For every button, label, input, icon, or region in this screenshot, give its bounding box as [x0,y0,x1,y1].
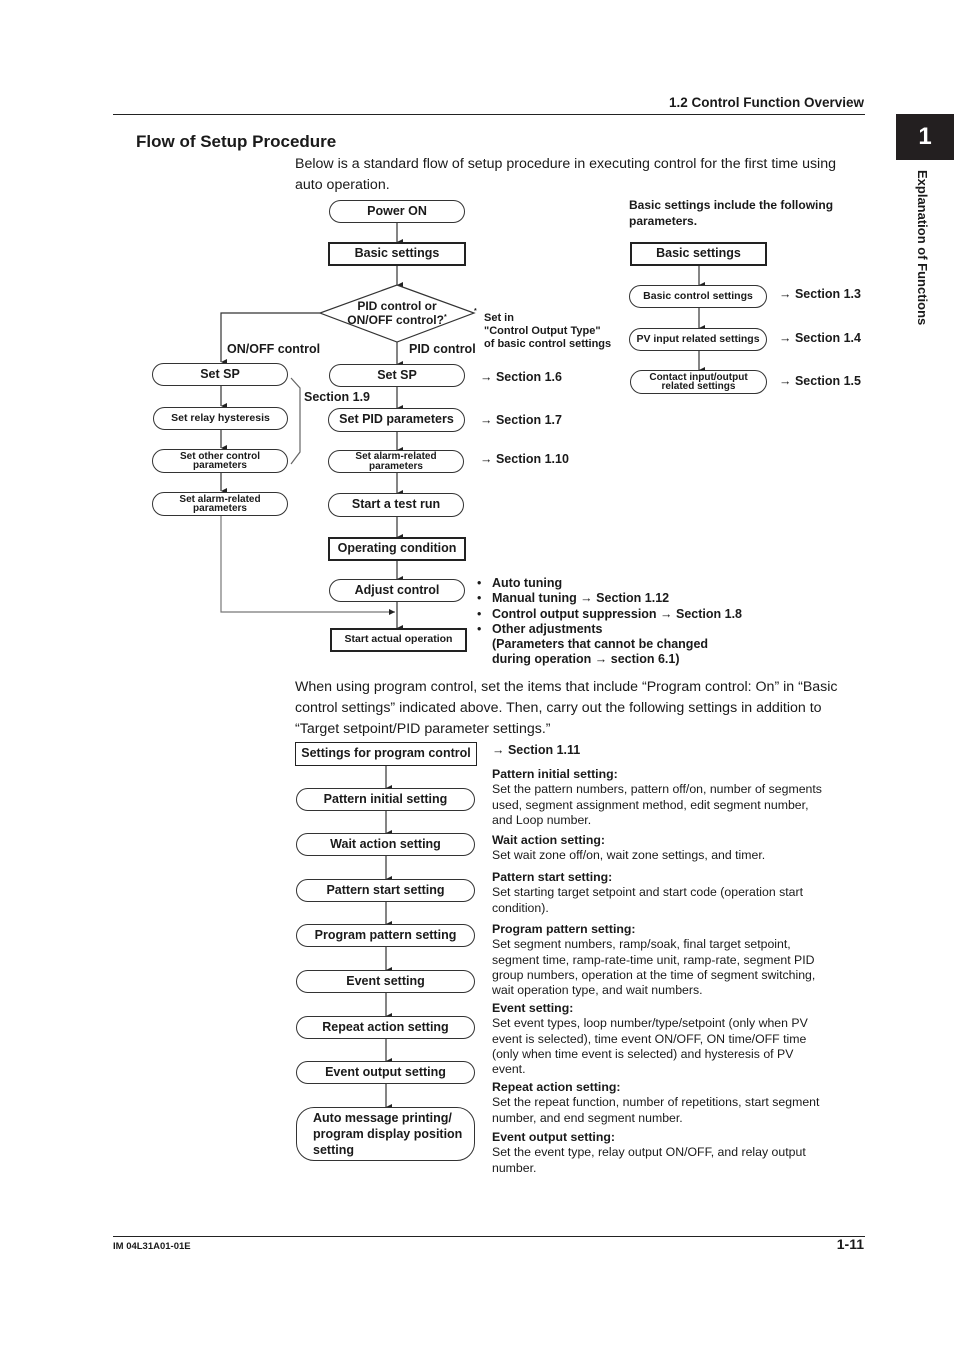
footnote-line: "Control Output Type" [484,325,601,337]
pid-step: Set PID parameters [328,408,465,432]
document-id: IM 04L31A01-01E [113,1241,191,1252]
adjust-item: Auto tuning [477,576,742,592]
adjust-item: Manual tuning → Section 1.12 [477,591,742,607]
desc-title: Pattern initial setting: [492,767,618,781]
program-step: Event output setting [296,1061,475,1084]
decision-mark: * [443,314,447,321]
flow-power-on: Power ON [329,200,465,223]
onoff-step: Set relay hysteresis [153,407,288,430]
footnote: Set in "Control Output Type" of basic co… [484,312,611,351]
program-desc: Program pattern setting: Set segment numb… [492,922,822,998]
basic-ref: → Section 1.5 [779,374,861,388]
program-step: Pattern initial setting [296,788,475,811]
adjust-item-note: (Parameters that cannot be changed [492,637,709,652]
pid-step: Set alarm-related parameters [328,450,464,473]
program-step: Event setting [296,970,475,993]
flow-basic-settings: Basic settings [328,242,466,266]
program-desc: Repeat action setting: Set the repeat fun… [492,1080,822,1126]
basic-step: Contact input/output related settings [630,370,767,394]
program-ref: → Section 1.11 [492,743,581,757]
flow-operating-condition: Operating condition [328,537,466,561]
program-step: Program pattern setting [296,924,475,947]
program-step: Wait action setting [296,833,475,856]
desc-title: Pattern start setting: [492,870,613,884]
program-desc: Pattern start setting: Set starting targe… [492,870,822,916]
program-step: Pattern start setting [296,879,475,902]
onoff-step: Set other control parameters [152,449,288,473]
desc-text: Set the event type, relay output ON/OFF,… [492,1145,806,1175]
basic-step: PV input related settings [629,328,767,351]
branch-pid-label: PID control [409,342,476,356]
program-step: Auto message printing/ program display p… [296,1107,475,1161]
program-desc: Wait action setting: Set wait zone off/on… [492,833,822,864]
branch-onoff-label: ON/OFF control [227,342,321,356]
desc-title: Program pattern setting: [492,922,636,936]
flow-adjust-control: Adjust control [329,579,465,602]
basic-ref: → Section 1.3 [779,287,861,301]
desc-text: Set wait zone off/on, wait zone settings… [492,848,766,863]
pid-ref: → Section 1.10 [480,452,569,466]
program-desc: Event setting: Set event types, loop numb… [492,1001,822,1077]
program-desc: Event output setting: Set the event type,… [492,1130,822,1176]
desc-title: Repeat action setting: [492,1080,621,1094]
onoff-step: Set alarm-related parameters [152,492,288,516]
section-bracket [290,377,301,465]
pid-ref: → Section 1.6 [480,370,562,384]
adjust-items-list: Auto tuning Manual tuning → Section 1.12… [477,576,742,668]
program-title-box: Settings for program control [295,742,477,766]
program-step: Repeat action setting [296,1016,475,1039]
basic-caption: Basic settings include the following par… [629,198,834,228]
desc-text: Set the pattern numbers, pattern off/on,… [492,782,822,827]
desc-text: Set starting target setpoint and start c… [492,885,804,915]
basic-title-box: Basic settings [630,242,767,266]
decision-text: PID control or ON/OFF control? [347,299,444,327]
basic-step: Basic control settings [629,285,767,308]
desc-text: Set the repeat function, number of repet… [492,1095,820,1125]
onoff-ref: Section 1.9 [304,390,370,404]
adjust-item: Other adjustments [477,622,742,638]
footnote-line: of basic control settings [484,338,612,350]
decision-label: PID control or ON/OFF control?* [338,300,456,326]
flow-start-actual-operation: Start actual operation [330,628,467,652]
onoff-step: Set SP [152,363,288,386]
program-desc: Pattern initial setting: Set the pattern … [492,767,822,828]
footer-rule [113,1236,865,1237]
program-intro: When using program control, set the item… [295,679,838,737]
desc-text: Set event types, loop number/type/setpoi… [492,1016,808,1077]
desc-title: Event setting: [492,1001,574,1015]
adjust-item: Control output suppression → Section 1.8 [477,607,742,623]
footnote-mark: * [474,308,477,315]
desc-title: Wait action setting: [492,833,605,847]
desc-title: Event output setting: [492,1130,615,1144]
pid-step: Start a test run [328,493,464,517]
page-number: 1-11 [836,1236,864,1252]
pid-step: Set SP [329,364,465,387]
adjust-item-note: during operation → section 6.1) [492,652,680,667]
desc-text: Set segment numbers, ramp/soak, final ta… [492,937,816,998]
footnote-line: Set in [484,312,514,324]
pid-ref: → Section 1.7 [480,413,562,427]
basic-ref: → Section 1.4 [779,331,861,345]
